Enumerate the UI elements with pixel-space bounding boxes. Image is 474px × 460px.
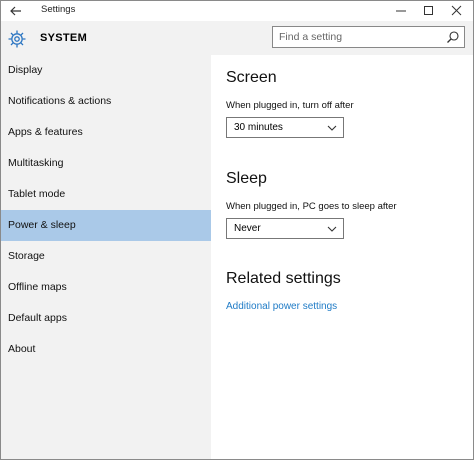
minimize-button[interactable] — [387, 2, 415, 20]
window-title: Settings — [41, 4, 76, 15]
sleep-timeout-dropdown[interactable]: Never — [226, 218, 344, 239]
sidebar-item-power-sleep[interactable]: Power & sleep — [1, 210, 211, 241]
back-arrow-icon[interactable] — [7, 2, 25, 20]
search-input[interactable] — [279, 29, 429, 45]
section-title: SYSTEM — [40, 32, 88, 44]
screen-timeout-dropdown[interactable]: 30 minutes — [226, 117, 344, 138]
screen-heading: Screen — [226, 69, 277, 86]
search-box[interactable] — [272, 26, 465, 48]
settings-header: SYSTEM — [1, 21, 473, 55]
additional-power-settings-link[interactable]: Additional power settings — [226, 301, 337, 312]
title-bar: Settings — [1, 1, 473, 21]
settings-window: Settings SYSTEM Display — [0, 0, 474, 460]
related-settings-heading: Related settings — [226, 270, 341, 287]
chevron-down-icon — [327, 125, 337, 131]
sleep-heading: Sleep — [226, 170, 267, 187]
gear-icon — [8, 30, 26, 48]
sidebar: Display Notifications & actions Apps & f… — [1, 55, 211, 459]
screen-timeout-value: 30 minutes — [234, 122, 283, 133]
sidebar-item-offline-maps[interactable]: Offline maps — [1, 272, 211, 303]
sidebar-item-display[interactable]: Display — [1, 55, 211, 86]
screen-label: When plugged in, turn off after — [226, 100, 354, 111]
close-button[interactable] — [443, 2, 471, 20]
sidebar-item-notifications[interactable]: Notifications & actions — [1, 86, 211, 117]
content-pane: Screen When plugged in, turn off after 3… — [211, 55, 473, 459]
sidebar-item-default-apps[interactable]: Default apps — [1, 303, 211, 334]
sleep-timeout-value: Never — [234, 223, 261, 234]
chevron-down-icon — [327, 226, 337, 232]
search-icon[interactable] — [446, 30, 460, 44]
sidebar-item-apps[interactable]: Apps & features — [1, 117, 211, 148]
sidebar-item-multitasking[interactable]: Multitasking — [1, 148, 211, 179]
sleep-label: When plugged in, PC goes to sleep after — [226, 201, 397, 212]
sidebar-item-storage[interactable]: Storage — [1, 241, 211, 272]
sidebar-item-about[interactable]: About — [1, 334, 211, 365]
maximize-button[interactable] — [415, 2, 443, 20]
sidebar-item-tablet-mode[interactable]: Tablet mode — [1, 179, 211, 210]
